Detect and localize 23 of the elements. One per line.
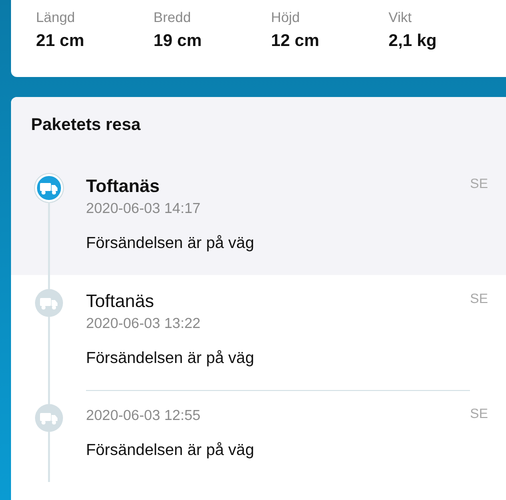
dimension-label: Vikt (388, 9, 413, 25)
event-place: Toftanäs (86, 175, 161, 198)
event-time: 2020-06-03 13:22 (86, 315, 202, 334)
truck-icon (40, 296, 58, 310)
event-status: Försändelsen är på väg (86, 350, 256, 368)
truck-icon (40, 182, 58, 194)
dimension-value: 21 cm (36, 31, 86, 51)
event-time: 2020-06-03 12:55 (86, 407, 202, 426)
dimension-value: 2,1 kg (388, 31, 438, 51)
event-place: Toftanäs (86, 290, 156, 313)
event-status: Försändelsen är på väg (86, 442, 256, 460)
country-code: SE (470, 405, 489, 421)
event-status: Försändelsen är på väg (86, 235, 256, 253)
dimension-value: 19 cm (154, 31, 203, 51)
section-title: Paketets resa (31, 115, 141, 134)
dimension-label: Längd (36, 9, 76, 25)
dimension-label: Höjd (271, 9, 301, 25)
dimension-value: 12 cm (271, 31, 320, 51)
truck-icon (40, 412, 58, 424)
country-code: SE (470, 175, 489, 191)
country-code: SE (470, 290, 489, 306)
dimension-label: Bredd (154, 9, 192, 25)
event-time: 2020-06-03 14:17 (86, 200, 202, 219)
